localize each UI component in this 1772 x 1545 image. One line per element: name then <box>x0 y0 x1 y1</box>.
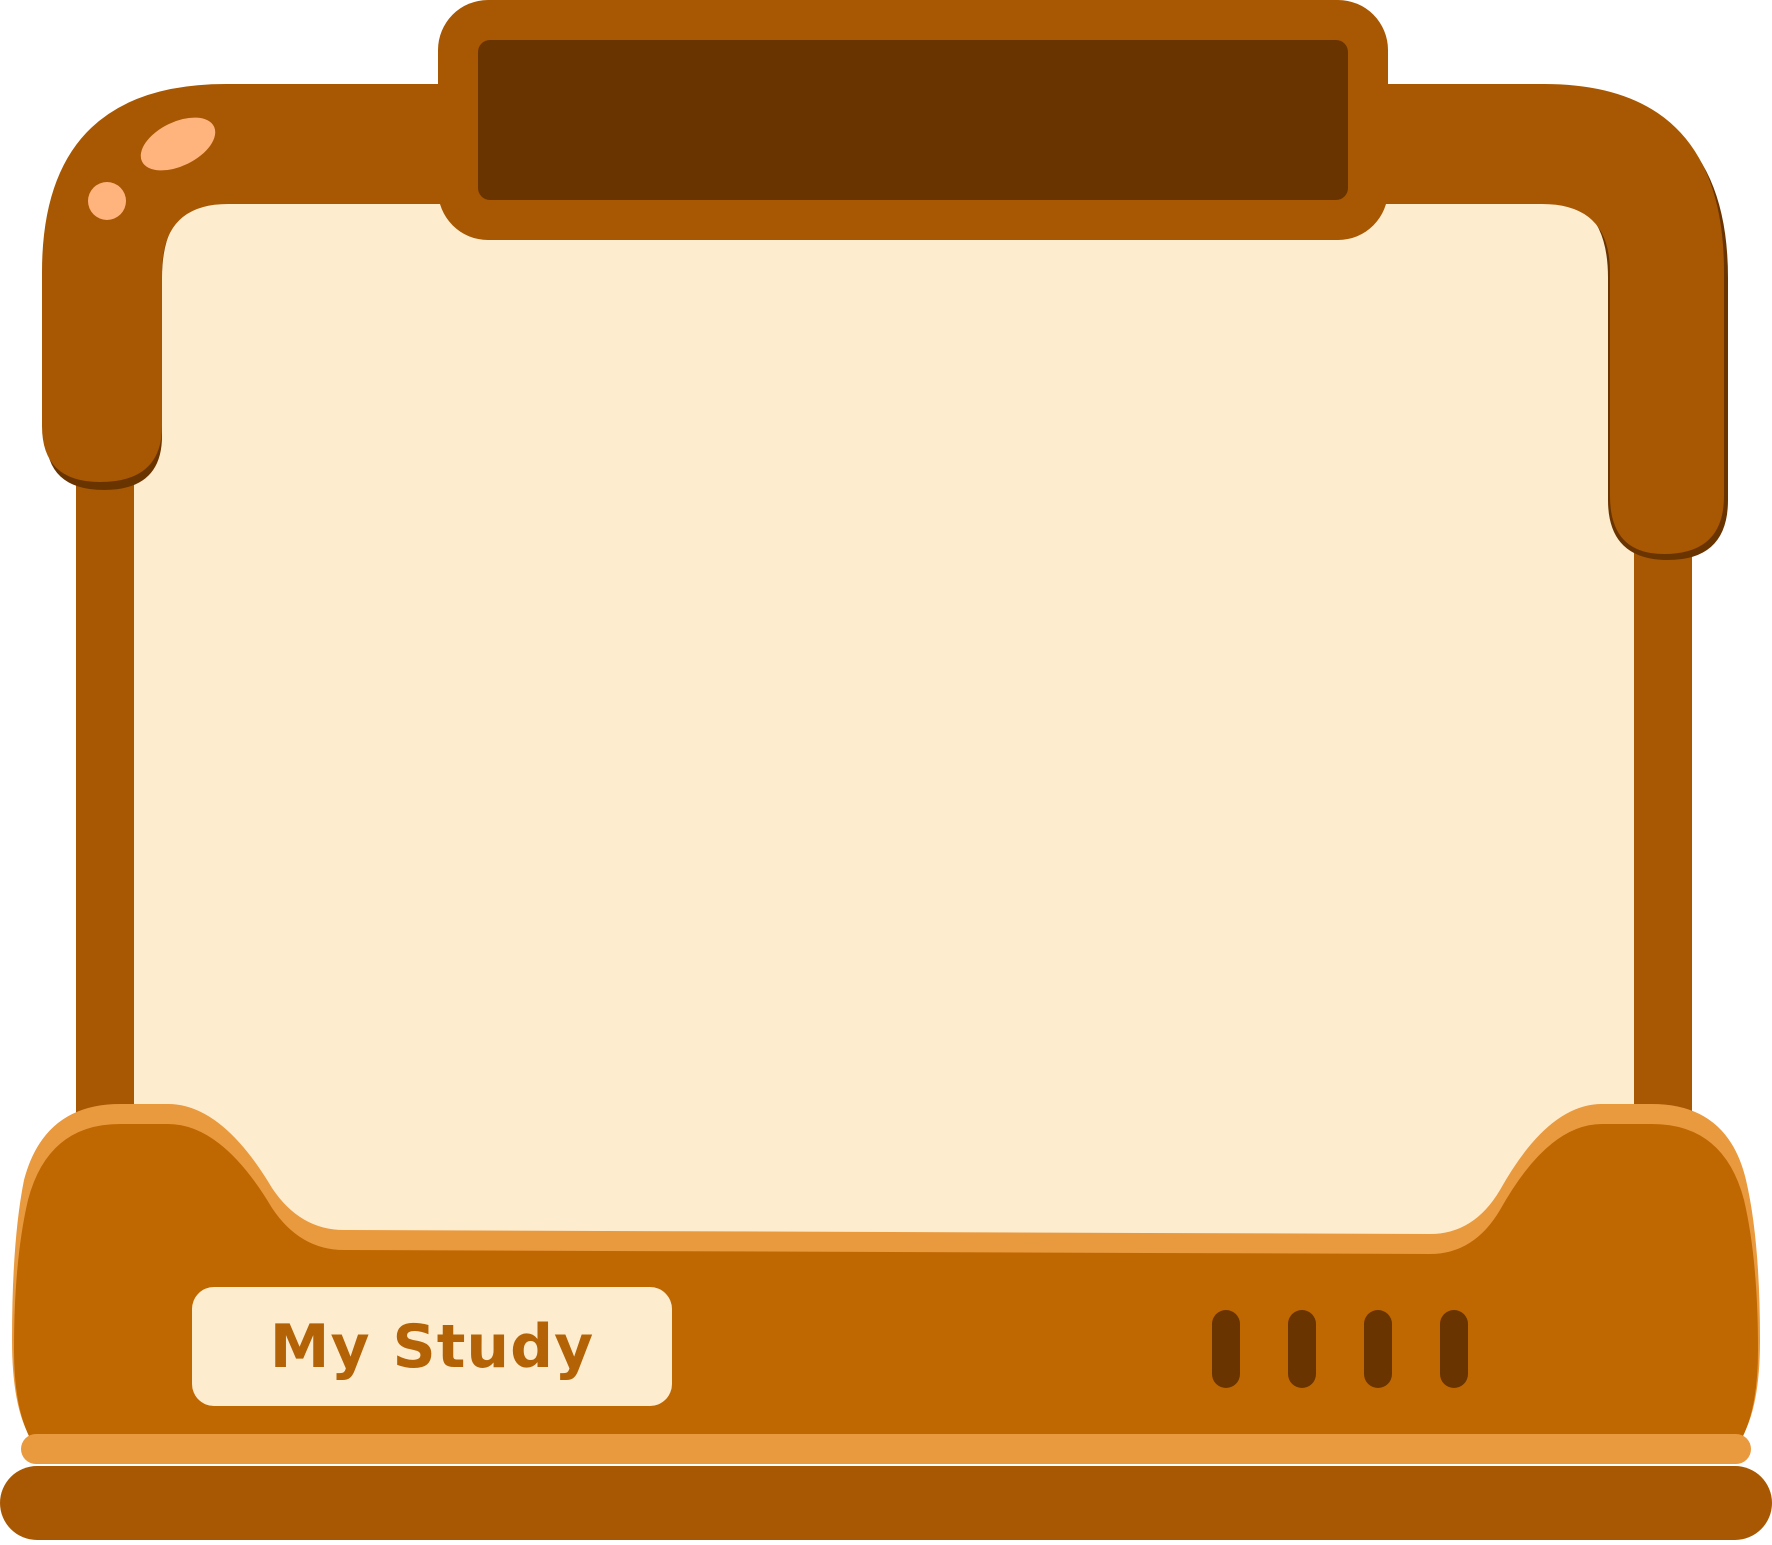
left-post <box>76 420 134 1140</box>
title-plate-display <box>478 40 1348 200</box>
frame-label: My Study <box>269 1311 595 1382</box>
vent-4 <box>1440 1310 1468 1388</box>
vent-2 <box>1288 1310 1316 1388</box>
right-post <box>1634 520 1692 1140</box>
bottom-rail-light <box>21 1434 1751 1464</box>
study-frame: My Study <box>0 0 1772 1540</box>
bottom-rail-dark <box>0 1466 1772 1540</box>
highlight-dot <box>88 182 126 220</box>
vent-3 <box>1364 1310 1392 1388</box>
screen-content-area <box>162 240 1610 1140</box>
vent-1 <box>1212 1310 1240 1388</box>
